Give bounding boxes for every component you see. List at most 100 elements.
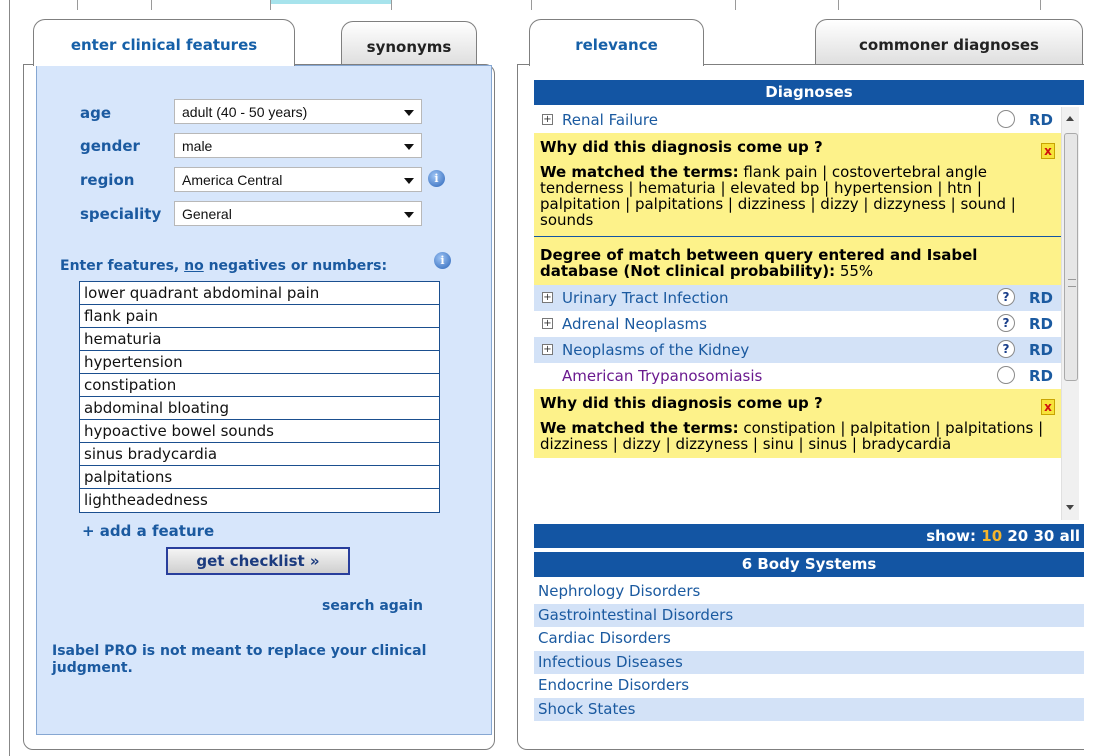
feature-input[interactable]: lower quadrant abdominal pain [80, 282, 439, 305]
tab-relevance-label: relevance [575, 36, 658, 54]
diagnosis-row[interactable]: + Urinary Tract Infection ? RD [534, 285, 1061, 311]
show-option-all[interactable]: all [1060, 527, 1080, 545]
scroll-down-icon[interactable] [1066, 505, 1074, 510]
matched-terms: We matched the terms: flank pain | costo… [540, 164, 1051, 228]
feature-input[interactable]: hematuria [80, 328, 439, 351]
speciality-select-value: General [182, 206, 232, 222]
tab-commoner-diagnoses-label: commoner diagnoses [859, 36, 1039, 54]
diagnoses-list: + Renal Failure RD Why did this diagnosi… [534, 107, 1061, 520]
scrollbar-thumb[interactable] [1064, 133, 1078, 381]
region-label: region [80, 171, 135, 189]
speciality-label: speciality [80, 205, 162, 223]
diagnosis-name[interactable]: Adrenal Neoplasms [562, 315, 707, 333]
chevron-down-icon [404, 110, 414, 116]
expand-icon[interactable]: + [542, 318, 553, 329]
disclaimer-text: Isabel PRO is not meant to replace your … [52, 643, 427, 676]
speciality-select[interactable]: General [174, 201, 422, 226]
tab-relevance[interactable]: relevance [529, 19, 704, 66]
search-again-link[interactable]: search again [322, 598, 423, 614]
rd-link[interactable]: RD [1029, 341, 1053, 359]
question-icon[interactable]: ? [997, 340, 1015, 358]
rd-link[interactable]: RD [1029, 367, 1053, 385]
degree-label: Degree of match between query entered an… [540, 246, 978, 280]
feature-input[interactable]: flank pain [80, 305, 439, 328]
tab-enter-clinical-features-label: enter clinical features [70, 36, 258, 54]
body-system-item[interactable]: Gastrointestinal Disorders [534, 603, 1084, 627]
close-icon[interactable]: x [1041, 143, 1055, 159]
rd-link[interactable]: RD [1029, 315, 1053, 333]
top-strip [0, 0, 1096, 12]
question-icon[interactable]: ? [997, 288, 1015, 306]
show-count-bar: show: 10 20 30 all [534, 524, 1084, 548]
features-heading-no: no [184, 258, 204, 274]
region-info-icon[interactable]: i [428, 170, 445, 187]
gender-label: gender [80, 137, 140, 155]
gender-select[interactable]: male [174, 133, 422, 158]
get-checklist-button[interactable]: get checklist » [166, 547, 350, 575]
gender-select-value: male [182, 138, 213, 154]
tab-commoner-diagnoses[interactable]: commoner diagnoses [815, 19, 1083, 65]
feature-input[interactable]: hypoactive bowel sounds [80, 420, 439, 443]
why-diagnosis-box: Why did this diagnosis come up ? x We ma… [534, 133, 1061, 285]
features-heading: Enter features, no negatives or numbers: [60, 258, 387, 274]
expand-icon[interactable]: + [542, 114, 553, 125]
why-diagnosis-title: Why did this diagnosis come up ? [540, 138, 823, 156]
diagnosis-row[interactable]: + Renal Failure RD [534, 107, 1061, 133]
feature-input[interactable]: constipation [80, 374, 439, 397]
show-label: show: [926, 527, 977, 545]
feature-input[interactable]: abdominal bloating [80, 397, 439, 420]
tab-synonyms-label: synonyms [366, 38, 452, 56]
divider [534, 236, 1061, 237]
chevron-down-icon [404, 212, 414, 218]
radio-icon[interactable] [997, 110, 1015, 128]
window-left-border [9, 0, 10, 756]
diagnoses-scrollbar[interactable] [1061, 107, 1079, 520]
features-list: lower quadrant abdominal pain flank pain… [79, 281, 440, 513]
expand-icon[interactable]: + [542, 292, 553, 303]
body-system-item[interactable]: Nephrology Disorders [534, 580, 1084, 604]
diagnosis-name[interactable]: American Trypanosomiasis [562, 367, 762, 385]
region-select-value: America Central [182, 172, 283, 188]
body-system-item[interactable]: Shock States [534, 697, 1084, 721]
chevron-down-icon [404, 144, 414, 150]
degree-of-match: Degree of match between query entered an… [540, 247, 1051, 279]
age-label: age [80, 104, 112, 122]
features-info-icon[interactable]: i [434, 252, 451, 269]
diagnosis-row[interactable]: + Adrenal Neoplasms ? RD [534, 311, 1061, 337]
body-system-item[interactable]: Infectious Diseases [534, 650, 1084, 674]
rd-link[interactable]: RD [1029, 111, 1053, 129]
close-icon[interactable]: x [1041, 399, 1055, 415]
diagnosis-row[interactable]: + Neoplasms of the Kidney ? RD [534, 337, 1061, 363]
expand-icon[interactable]: + [542, 344, 553, 355]
body-system-item[interactable]: Cardiac Disorders [534, 627, 1084, 651]
body-systems-list: Nephrology Disorders Gastrointestinal Di… [534, 580, 1084, 721]
show-option-10[interactable]: 10 [981, 527, 1002, 545]
show-option-20[interactable]: 20 [1007, 527, 1028, 545]
feature-input[interactable]: lightheadedness [80, 489, 439, 512]
age-select[interactable]: adult (40 - 50 years) [174, 99, 422, 124]
tab-synonyms[interactable]: synonyms [341, 21, 477, 65]
diagnoses-header: Diagnoses [534, 80, 1084, 105]
features-heading-pre: Enter features, [60, 258, 185, 274]
diagnosis-row[interactable]: American Trypanosomiasis RD [534, 363, 1061, 389]
question-icon[interactable]: ? [997, 314, 1015, 332]
diagnosis-name[interactable]: Neoplasms of the Kidney [562, 341, 749, 359]
body-system-item[interactable]: Endocrine Disorders [534, 674, 1084, 698]
degree-value: 55% [835, 262, 874, 280]
feature-input[interactable]: sinus bradycardia [80, 443, 439, 466]
why-diagnosis-box: Why did this diagnosis come up ? x We ma… [534, 389, 1061, 458]
radio-icon[interactable] [997, 366, 1015, 384]
feature-input[interactable]: hypertension [80, 351, 439, 374]
body-systems-header: 6 Body Systems [534, 552, 1084, 577]
show-option-30[interactable]: 30 [1033, 527, 1054, 545]
region-select[interactable]: America Central [174, 167, 422, 192]
diagnosis-name[interactable]: Urinary Tract Infection [562, 289, 728, 307]
feature-input[interactable]: palpitations [80, 466, 439, 489]
rd-link[interactable]: RD [1029, 289, 1053, 307]
tab-enter-clinical-features[interactable]: enter clinical features [33, 19, 295, 66]
diagnosis-name[interactable]: Renal Failure [562, 111, 658, 129]
features-heading-post: negatives or numbers: [203, 258, 388, 274]
why-diagnosis-title: Why did this diagnosis come up ? [540, 394, 823, 412]
scroll-up-icon[interactable] [1066, 116, 1074, 121]
add-feature-link[interactable]: + add a feature [82, 522, 214, 540]
